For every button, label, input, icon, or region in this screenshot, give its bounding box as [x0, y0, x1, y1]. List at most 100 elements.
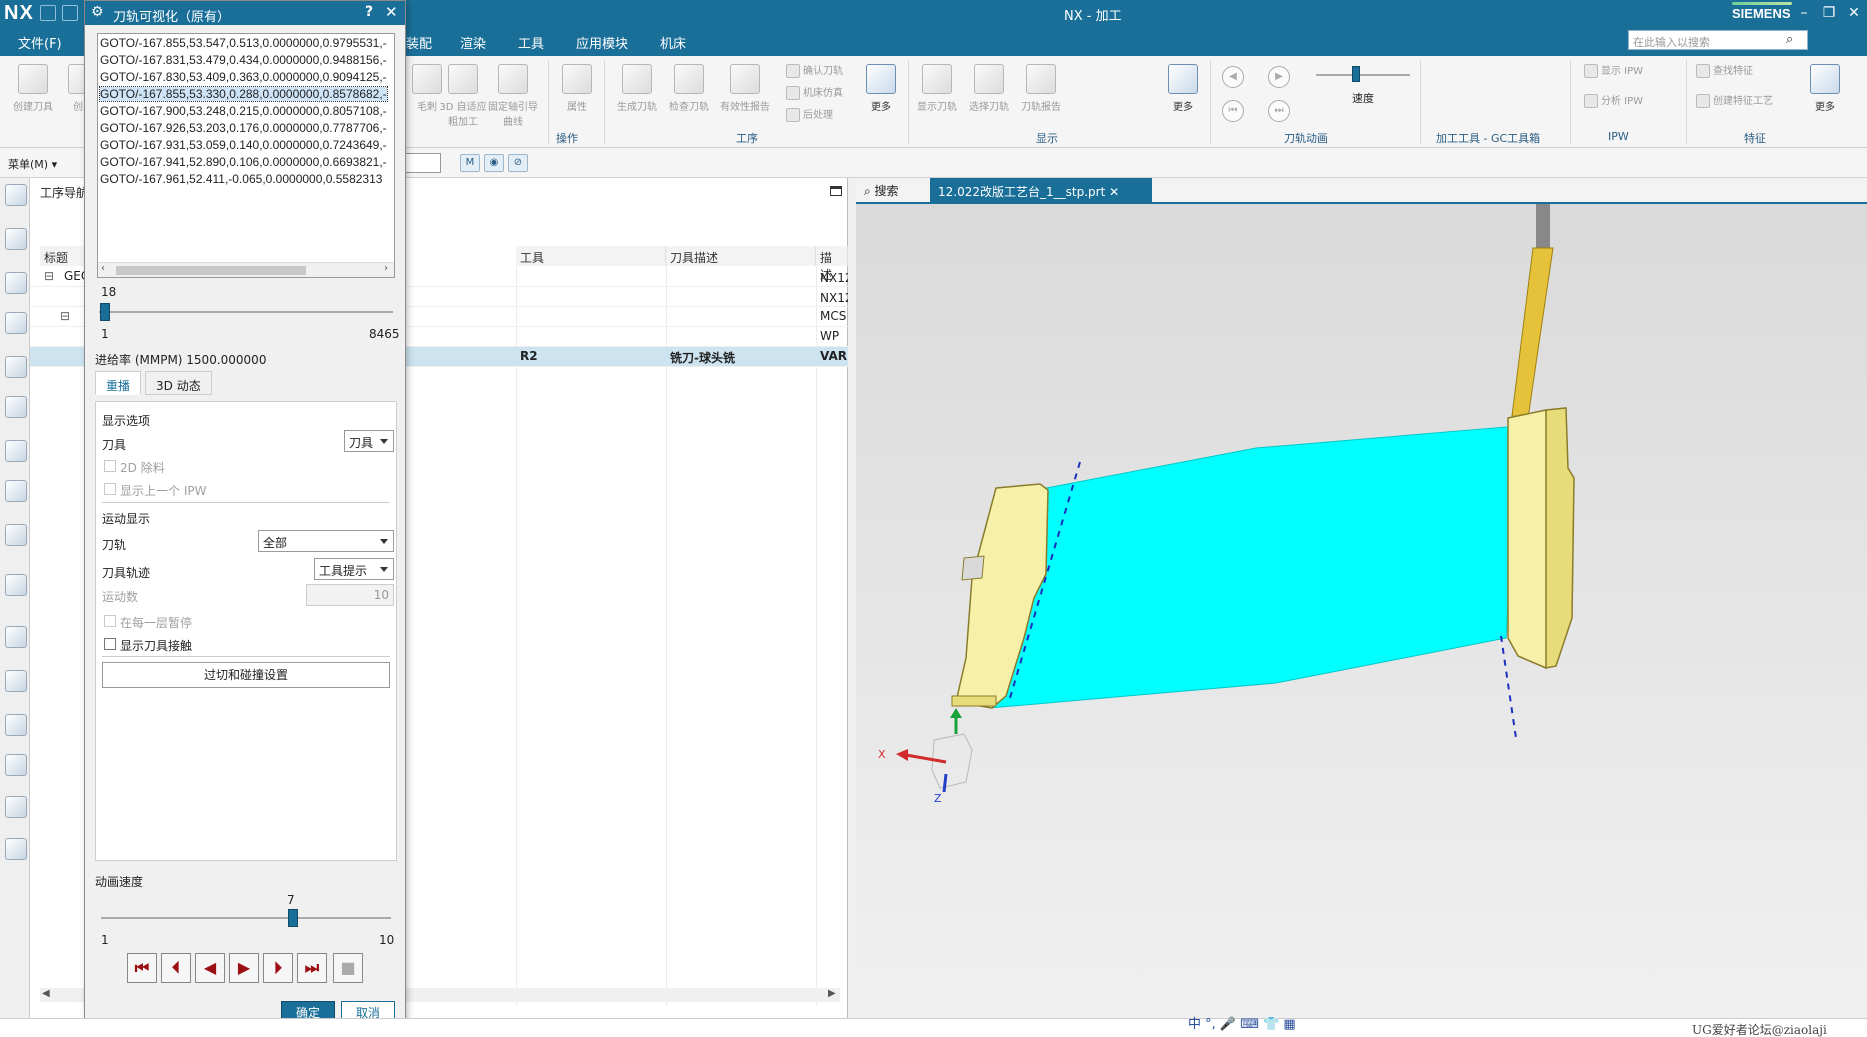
position-slider-thumb[interactable]: [99, 303, 110, 321]
list-item[interactable]: GOTO/-167.926,53.203,0.176,0.0000000,0.7…: [100, 121, 387, 135]
step-back-button[interactable]: ⏴: [161, 953, 191, 983]
gear-icon[interactable]: ⚙: [91, 4, 104, 20]
column-header-desc[interactable]: 描述: [816, 246, 848, 282]
scroll-right-icon[interactable]: ›: [384, 263, 388, 274]
tab-search[interactable]: ⌕ 搜索: [864, 182, 899, 199]
find-feature-item[interactable]: 查找特征: [1696, 62, 1753, 80]
list-item[interactable]: GOTO/-167.931,53.059,0.140,0.0000000,0.7…: [100, 138, 387, 152]
menu-tools[interactable]: 工具: [518, 33, 544, 52]
hd3d-icon[interactable]: [5, 524, 27, 546]
close-icon[interactable]: ✕: [385, 3, 398, 21]
step-back-icon[interactable]: ◀: [1222, 66, 1244, 88]
adaptive-roughing-button[interactable]: 3D 自适应粗加工: [438, 62, 488, 128]
fast-forward-icon[interactable]: ⏭: [1268, 100, 1290, 122]
selection-filter-combo[interactable]: [405, 153, 441, 173]
process-studio-icon[interactable]: [5, 714, 27, 736]
tab-replay[interactable]: 重播: [95, 371, 142, 395]
mcs-icon[interactable]: M: [460, 154, 480, 172]
fixed-axis-guide-button[interactable]: 固定轴引导曲线: [488, 62, 538, 128]
show-ipw-item[interactable]: 显示 IPW: [1584, 62, 1643, 80]
eye-hide-icon[interactable]: ⊘: [508, 154, 528, 172]
path-select[interactable]: 全部: [258, 530, 394, 552]
tool-display-select[interactable]: 刀具: [344, 430, 394, 452]
list-item[interactable]: GOTO/-167.941,52.890,0.106,0.0000000,0.6…: [100, 155, 387, 169]
eye-icon[interactable]: ◉: [484, 154, 504, 172]
undo-icon[interactable]: [62, 5, 78, 21]
list-scrollbar[interactable]: ‹ ›: [98, 262, 394, 277]
column-header-tool-desc[interactable]: 刀具描述: [666, 246, 816, 266]
ime-toolbar[interactable]: 中 °, 🎤 ⌨ 👕 ▦: [1188, 1013, 1296, 1032]
save-icon[interactable]: [40, 5, 56, 21]
main-menu-button[interactable]: 菜单(M) ▾: [8, 156, 57, 172]
assembly-navigator-icon[interactable]: [5, 228, 27, 250]
play-forward-button[interactable]: ▶: [229, 953, 259, 983]
scroll-right-icon[interactable]: ▶: [828, 988, 836, 999]
scroll-left-icon[interactable]: ◀: [42, 988, 50, 999]
maximize-icon[interactable]: [830, 186, 842, 196]
roles-icon[interactable]: [5, 796, 27, 818]
more-operation-button[interactable]: 更多: [856, 62, 906, 124]
column-header-tool[interactable]: 工具: [516, 246, 666, 266]
feature-navigator-icon[interactable]: [5, 440, 27, 462]
display-toolpath-button[interactable]: 显示刀轨: [912, 62, 962, 124]
speed-slider-track[interactable]: [101, 917, 391, 919]
list-item[interactable]: GOTO/-167.961,52.411,-0.065,0.0000000,0.…: [100, 172, 382, 186]
list-item[interactable]: GOTO/-167.900,53.248,0.215,0.0000000,0.8…: [100, 104, 387, 118]
menu-file[interactable]: 文件(F): [18, 33, 62, 52]
tool-trace-select[interactable]: 工具提示: [314, 558, 394, 580]
pause-each-layer-checkbox[interactable]: [104, 615, 116, 627]
anim-speed-thumb[interactable]: [1352, 66, 1360, 82]
rewind-to-start-button[interactable]: ⏮: [127, 953, 157, 983]
system-materials-icon[interactable]: [5, 670, 27, 692]
machine-tool-navigator-icon[interactable]: [5, 356, 27, 378]
help-icon[interactable]: ?: [365, 4, 373, 20]
properties-button[interactable]: 属性: [552, 62, 602, 124]
select-toolpath-button[interactable]: 选择刀轨: [964, 62, 1014, 124]
menu-machine[interactable]: 机床: [660, 33, 686, 52]
list-item[interactable]: GOTO/-167.855,53.547,0.513,0.0000000,0.9…: [100, 36, 387, 50]
gouge-collision-settings-button[interactable]: 过切和碰撞设置: [102, 662, 390, 688]
more-feature-button[interactable]: 更多: [1800, 62, 1850, 124]
list-item[interactable]: GOTO/-167.831,53.479,0.434,0.0000000,0.9…: [100, 53, 387, 67]
generate-toolpath-button[interactable]: 生成刀轨: [612, 62, 662, 124]
close-tab-icon[interactable]: ✕: [1109, 185, 1119, 199]
expand-icon[interactable]: ⊟: [60, 309, 70, 323]
web-browser-icon[interactable]: [5, 574, 27, 596]
menu-assembly[interactable]: 装配: [406, 33, 432, 52]
step-forward-icon[interactable]: ▶: [1268, 66, 1290, 88]
reuse-library-icon[interactable]: [5, 480, 27, 502]
stop-button[interactable]: ■: [333, 953, 363, 983]
analyze-ipw-item[interactable]: 分析 IPW: [1584, 92, 1643, 110]
step-forward-button[interactable]: ⏵: [263, 953, 293, 983]
more-display-button[interactable]: 更多: [1158, 62, 1208, 124]
scroll-left-icon[interactable]: ‹: [101, 263, 105, 274]
scroll-thumb[interactable]: [116, 266, 306, 275]
tab-part-file[interactable]: 12.022改版工艺台_1__stp.prt ✕: [930, 178, 1152, 204]
position-slider-track[interactable]: [99, 311, 393, 313]
cl-source-list[interactable]: GOTO/-167.855,53.547,0.513,0.0000000,0.9…: [97, 33, 395, 278]
close-window-button[interactable]: ✕: [1845, 4, 1863, 22]
speed-slider-thumb[interactable]: [287, 909, 298, 927]
show-prev-ipw-checkbox[interactable]: [104, 483, 116, 495]
list-item[interactable]: GOTO/-167.830,53.409,0.363,0.0000000,0.9…: [100, 70, 387, 84]
system-scenes-icon[interactable]: [5, 838, 27, 860]
history-icon[interactable]: [5, 626, 27, 648]
graphics-window[interactable]: X Z: [856, 178, 1867, 1018]
create-tool-button[interactable]: 创建刀具: [8, 62, 58, 124]
settings-icon[interactable]: [5, 184, 27, 206]
menu-render[interactable]: 渲染: [460, 33, 486, 52]
postprocess-item[interactable]: 后处理: [786, 106, 833, 124]
toolpath-report-button[interactable]: 刀轨报告: [1016, 62, 1066, 124]
validity-report-button[interactable]: 有效性报告: [720, 62, 770, 124]
rewind-icon[interactable]: ⏮: [1222, 100, 1244, 122]
tab-3d-dynamic[interactable]: 3D 动态: [145, 371, 212, 395]
search-icon[interactable]: ⌕: [1786, 32, 1802, 48]
minimize-button[interactable]: –: [1795, 4, 1813, 22]
2d-removal-checkbox[interactable]: [104, 460, 116, 472]
menu-app-modules[interactable]: 应用模块: [576, 33, 628, 52]
part-navigator-icon[interactable]: [5, 272, 27, 294]
restore-button[interactable]: ❐: [1820, 4, 1838, 22]
operation-navigator-icon[interactable]: [5, 312, 27, 334]
show-tool-contact-checkbox[interactable]: [104, 638, 116, 650]
manufacturing-wizard-icon[interactable]: [5, 754, 27, 776]
